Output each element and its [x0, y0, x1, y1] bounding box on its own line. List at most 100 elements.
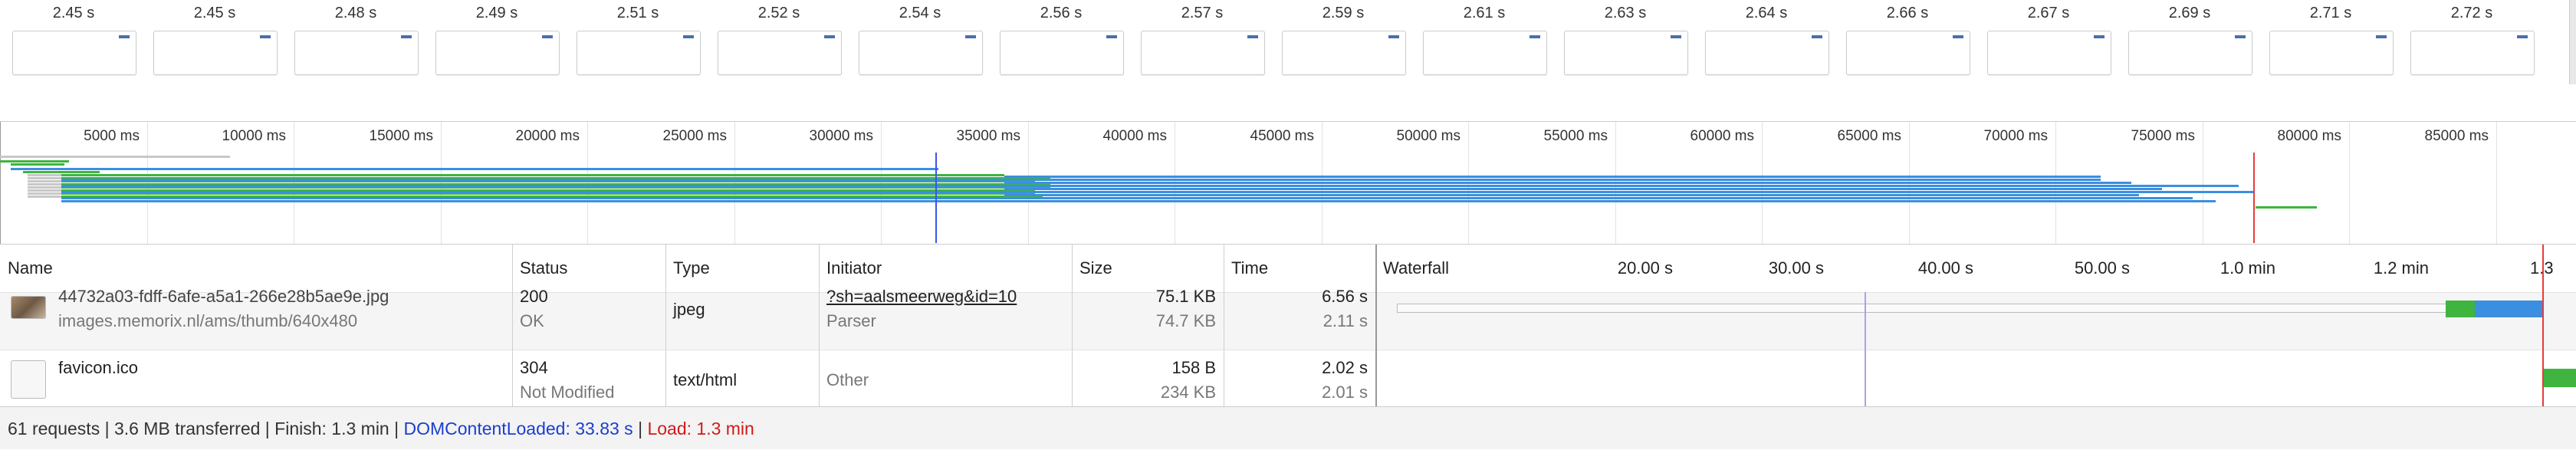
filmstrip-frame[interactable]: 2.61 s — [1414, 0, 1555, 84]
frame-time-label: 2.49 s — [475, 5, 518, 21]
frame-time-label: 2.72 s — [2450, 5, 2493, 21]
thumbnail-header-bar — [119, 35, 130, 38]
thumbnail-header-bar — [1671, 35, 1681, 38]
frame-time-label: 2.64 s — [1745, 5, 1788, 21]
column-header-status[interactable]: Status — [512, 245, 665, 292]
filmstrip-frame[interactable]: 2.69 s — [2119, 0, 2260, 84]
column-separator[interactable] — [819, 245, 820, 407]
column-separator[interactable] — [1072, 245, 1073, 407]
overview-tick-label: 60000 ms — [1690, 128, 1754, 144]
overview-tick-label: 10000 ms — [222, 128, 286, 144]
overview-tick-label: 45000 ms — [1250, 128, 1314, 144]
frame-thumbnail[interactable] — [2269, 31, 2394, 75]
frame-thumbnail[interactable] — [12, 31, 136, 75]
frame-thumbnail[interactable] — [294, 31, 419, 75]
frame-time-label: 2.54 s — [899, 5, 941, 21]
column-separator[interactable] — [512, 245, 513, 407]
frame-thumbnail[interactable] — [1141, 31, 1265, 75]
filmstrip-frame[interactable]: 2.45 s — [144, 0, 285, 84]
initiator-link[interactable]: ?sh=aalsmeerweg&id=10 — [826, 287, 1017, 307]
frame-thumbnail[interactable] — [2128, 31, 2252, 75]
frame-thumbnail[interactable] — [1987, 31, 2111, 75]
frame-time-label: 2.59 s — [1322, 5, 1365, 21]
waterfall-waiting-bar — [2446, 301, 2475, 317]
frame-thumbnail[interactable] — [153, 31, 278, 75]
column-header-type[interactable]: Type — [665, 245, 819, 292]
frame-thumbnail[interactable] — [1564, 31, 1688, 75]
waterfall-domcontentloaded-line — [1865, 292, 1866, 407]
thumbnail-header-bar — [2517, 35, 2528, 38]
frame-thumbnail[interactable] — [1000, 31, 1124, 75]
frame-thumbnail[interactable] — [577, 31, 701, 75]
thumbnail-header-bar — [965, 35, 976, 38]
overview-request-bar — [11, 163, 64, 166]
column-header-initiator[interactable]: Initiator — [819, 245, 1072, 292]
overview-tick-label: 75000 ms — [2131, 128, 2195, 144]
frame-time-label: 2.63 s — [1604, 5, 1647, 21]
frame-time-label: 2.56 s — [1040, 5, 1083, 21]
overview-request-bar — [61, 200, 2216, 202]
status-text: Not Modified — [520, 383, 615, 402]
filmstrip-frame[interactable]: 2.54 s — [849, 0, 991, 84]
waterfall-tick-label: 1.2 min — [2373, 258, 2429, 278]
frame-time-label: 2.67 s — [2027, 5, 2070, 21]
column-header-waterfall[interactable]: Waterfall — [1375, 245, 1529, 292]
filmstrip-frame[interactable]: 2.48 s — [285, 0, 426, 84]
waterfall-tick-label: 50.00 s — [2074, 258, 2130, 278]
filmstrip-frame[interactable]: 2.72 s — [2401, 0, 2542, 84]
frame-thumbnail[interactable] — [1846, 31, 1970, 75]
waterfall-waiting-bar — [2544, 369, 2576, 387]
frame-time-label: 2.45 s — [52, 5, 95, 21]
filmstrip-scrollbar[interactable] — [2569, 0, 2576, 84]
overview-tick-label: 5000 ms — [84, 128, 140, 144]
filmstrip-frame[interactable]: 2.49 s — [426, 0, 567, 84]
column-header-time[interactable]: Time — [1224, 245, 1375, 292]
frame-thumbnail[interactable] — [1282, 31, 1406, 75]
filmstrip-frame[interactable]: 2.59 s — [1273, 0, 1414, 84]
column-separator[interactable] — [1375, 245, 1377, 407]
frame-thumbnail[interactable] — [859, 31, 983, 75]
column-header-size[interactable]: Size — [1072, 245, 1224, 292]
overview-tick-label: 25000 ms — [662, 128, 727, 144]
filmstrip-frame[interactable]: 2.71 s — [2260, 0, 2401, 84]
overview-tick-label: 30000 ms — [809, 128, 873, 144]
filmstrip-frame[interactable]: 2.67 s — [1978, 0, 2119, 84]
time-total: 2.02 s — [1322, 358, 1368, 377]
network-overview[interactable]: 5000 ms 10000 ms 15000 ms 20000 ms 25000 ms 3… — [0, 121, 2576, 245]
frame-thumbnail[interactable] — [1423, 31, 1547, 75]
overview-request-bar — [0, 160, 69, 163]
size-resource: 74.7 KB — [1155, 311, 1216, 330]
thumbnail-header-bar — [1106, 35, 1117, 38]
request-type: jpeg — [673, 300, 705, 319]
table-row[interactable]: 44732a03-fdff-6afe-a5a1-266e28b5ae9e.jpg… — [0, 287, 2576, 350]
domcontentloaded-time: DOMContentLoaded: 33.83 s — [403, 419, 633, 439]
frame-thumbnail[interactable] — [2410, 31, 2535, 75]
column-header-name[interactable]: Name — [0, 245, 512, 292]
overview-tick-label: 85000 ms — [2424, 128, 2489, 144]
status-code: 200 — [520, 287, 548, 306]
filmstrip-frame[interactable]: 2.57 s — [1132, 0, 1273, 84]
frame-thumbnail[interactable] — [1705, 31, 1829, 75]
separator: | — [632, 419, 648, 439]
thumbnail-header-bar — [1247, 35, 1258, 38]
thumbnail-header-bar — [542, 35, 553, 38]
filmstrip-frame[interactable]: 2.66 s — [1837, 0, 1978, 84]
overview-request-bar — [1004, 182, 2131, 184]
filmstrip-frame[interactable]: 2.45 s — [3, 0, 144, 84]
filmstrip-frame[interactable]: 2.51 s — [567, 0, 708, 84]
size-transferred: 158 B — [1171, 358, 1217, 377]
waterfall-tick-label: 20.00 s — [1617, 258, 1673, 278]
frame-thumbnail[interactable] — [718, 31, 842, 75]
filmstrip-frame[interactable]: 2.56 s — [991, 0, 1132, 84]
waterfall-download-bar — [2475, 301, 2544, 317]
waterfall-tick-label: 1.0 min — [2220, 258, 2275, 278]
filmstrip-frame[interactable]: 2.63 s — [1555, 0, 1696, 84]
column-separator[interactable] — [665, 245, 666, 407]
filmstrip-frame[interactable]: 2.64 s — [1696, 0, 1837, 84]
thumbnail-header-bar — [2094, 35, 2104, 38]
filmstrip-frame[interactable]: 2.52 s — [708, 0, 849, 84]
image-thumbnail-icon — [11, 296, 46, 319]
frame-thumbnail[interactable] — [435, 31, 560, 75]
overview-tick-label: 80000 ms — [2277, 128, 2341, 144]
table-row[interactable]: favicon.ico 304 Not Modified text/html O… — [0, 350, 2576, 408]
